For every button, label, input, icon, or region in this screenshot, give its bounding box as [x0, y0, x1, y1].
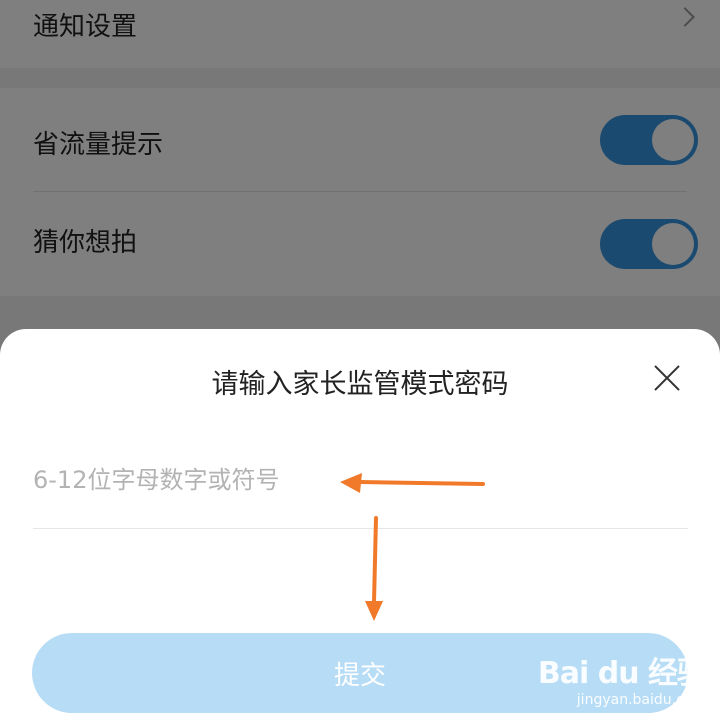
input-underline	[33, 528, 688, 529]
dialog-title: 请输入家长监管模式密码	[211, 369, 509, 400]
watermark-url: jingyan.baidu.com	[576, 692, 706, 708]
baidu-watermark: Bai du 经验 jingyan.baidu.com	[537, 648, 707, 708]
watermark-logo: Bai du 经验	[537, 656, 707, 691]
password-input[interactable]	[33, 451, 688, 509]
close-icon[interactable]	[652, 363, 682, 393]
